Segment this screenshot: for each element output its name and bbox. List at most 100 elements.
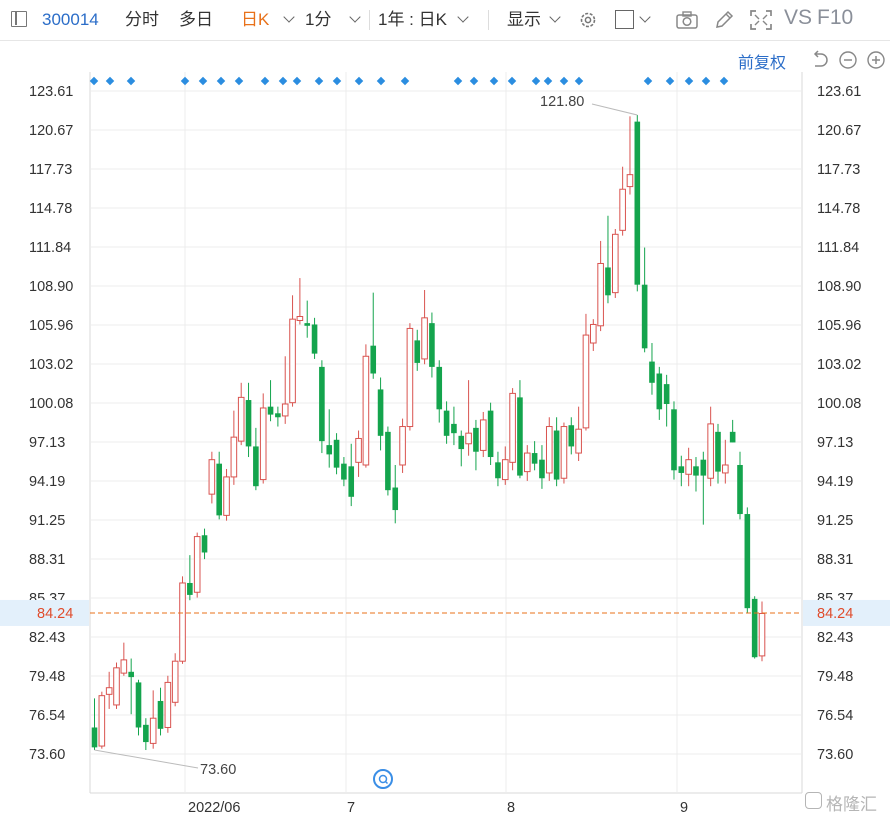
candle[interactable] (611, 229, 619, 298)
search-icon[interactable] (373, 769, 393, 789)
candle[interactable] (230, 410, 238, 485)
candle[interactable] (722, 439, 729, 484)
candle[interactable] (164, 675, 172, 733)
event-marker-icon[interactable] (453, 76, 463, 86)
candle[interactable] (149, 690, 157, 749)
candle[interactable] (465, 380, 472, 456)
candle[interactable] (275, 406, 281, 427)
event-marker-icon[interactable] (531, 76, 541, 86)
candle[interactable] (626, 116, 634, 195)
candle[interactable] (245, 382, 252, 458)
candle[interactable] (560, 422, 568, 484)
candle[interactable] (414, 329, 421, 371)
candle[interactable] (385, 426, 391, 496)
candle[interactable] (729, 419, 736, 443)
event-marker-icon[interactable] (354, 76, 364, 86)
candle[interactable] (751, 596, 758, 659)
candle[interactable] (501, 446, 509, 485)
candle[interactable] (619, 166, 626, 236)
candle[interactable] (531, 441, 538, 471)
candle[interactable] (348, 443, 355, 507)
candle[interactable] (458, 430, 465, 467)
candle[interactable] (678, 455, 685, 487)
event-marker-icon[interactable] (198, 76, 208, 86)
candle[interactable] (128, 658, 134, 715)
candle[interactable] (208, 451, 216, 504)
event-marker-icon[interactable] (216, 76, 226, 86)
candle[interactable] (421, 289, 428, 365)
candle[interactable] (539, 445, 545, 489)
candle[interactable] (171, 653, 179, 707)
candle[interactable] (105, 671, 113, 709)
candle[interactable] (223, 468, 230, 521)
candle[interactable] (143, 718, 149, 751)
candle[interactable] (641, 247, 648, 353)
event-marker-icon[interactable] (278, 76, 288, 86)
candle[interactable] (568, 417, 575, 455)
candle[interactable] (685, 447, 692, 487)
event-marker-icon[interactable] (559, 76, 569, 86)
event-marker-icon[interactable] (701, 76, 711, 86)
event-marker-icon[interactable] (314, 76, 324, 86)
candle[interactable] (737, 451, 743, 520)
candle[interactable] (517, 380, 523, 479)
candle[interactable] (179, 576, 186, 664)
event-marker-icon[interactable] (643, 76, 653, 86)
candle[interactable] (355, 430, 362, 477)
event-marker-icon[interactable] (105, 76, 115, 86)
candle[interactable] (649, 343, 655, 395)
event-marker-icon[interactable] (292, 76, 302, 86)
candle[interactable] (362, 344, 370, 468)
candle[interactable] (237, 382, 245, 446)
candle[interactable] (333, 433, 340, 475)
candle[interactable] (663, 374, 670, 427)
candle[interactable] (289, 295, 296, 407)
candle[interactable] (707, 406, 714, 487)
candle[interactable] (399, 418, 406, 473)
candle[interactable] (597, 240, 604, 332)
candle[interactable] (311, 317, 318, 359)
candle[interactable] (575, 406, 582, 462)
candle[interactable] (443, 401, 450, 444)
candle[interactable] (120, 642, 128, 676)
candle[interactable] (744, 507, 751, 614)
candle[interactable] (304, 300, 311, 338)
event-marker-icon[interactable] (684, 76, 694, 86)
candle[interactable] (473, 419, 479, 471)
candle[interactable] (98, 691, 106, 749)
event-marker-icon[interactable] (260, 76, 270, 86)
event-marker-icon[interactable] (543, 76, 553, 86)
candle[interactable] (326, 409, 333, 468)
candle[interactable] (589, 319, 597, 351)
candle[interactable] (113, 662, 120, 709)
candlestick-chart[interactable]: 123.61 123.61 120.67 120.67 117.73 117.73 114.… (0, 0, 890, 819)
event-marker-icon[interactable] (180, 76, 190, 86)
event-marker-icon[interactable] (574, 76, 584, 86)
candle[interactable] (509, 388, 516, 471)
event-marker-icon[interactable] (489, 76, 499, 86)
candle[interactable] (479, 411, 487, 458)
candle[interactable] (91, 698, 98, 751)
candle[interactable] (693, 457, 699, 492)
candle[interactable] (523, 445, 531, 481)
event-marker-icon[interactable] (507, 76, 517, 86)
candle[interactable] (281, 356, 289, 424)
candle[interactable] (319, 360, 325, 454)
candle[interactable] (605, 215, 611, 304)
event-marker-icon[interactable] (665, 76, 675, 86)
candle[interactable] (553, 417, 560, 487)
candle[interactable] (187, 555, 193, 601)
candle[interactable] (634, 114, 641, 292)
candle[interactable] (656, 366, 663, 420)
candle[interactable] (487, 402, 494, 465)
event-marker-icon[interactable] (126, 76, 136, 86)
candle[interactable] (406, 323, 414, 431)
candle[interactable] (216, 451, 222, 520)
candle[interactable] (370, 292, 377, 379)
candle[interactable] (135, 679, 142, 736)
candle[interactable] (193, 532, 201, 598)
candle[interactable] (715, 423, 721, 484)
event-marker-icon[interactable] (376, 76, 386, 86)
event-marker-icon[interactable] (89, 76, 99, 86)
candle[interactable] (201, 528, 208, 560)
